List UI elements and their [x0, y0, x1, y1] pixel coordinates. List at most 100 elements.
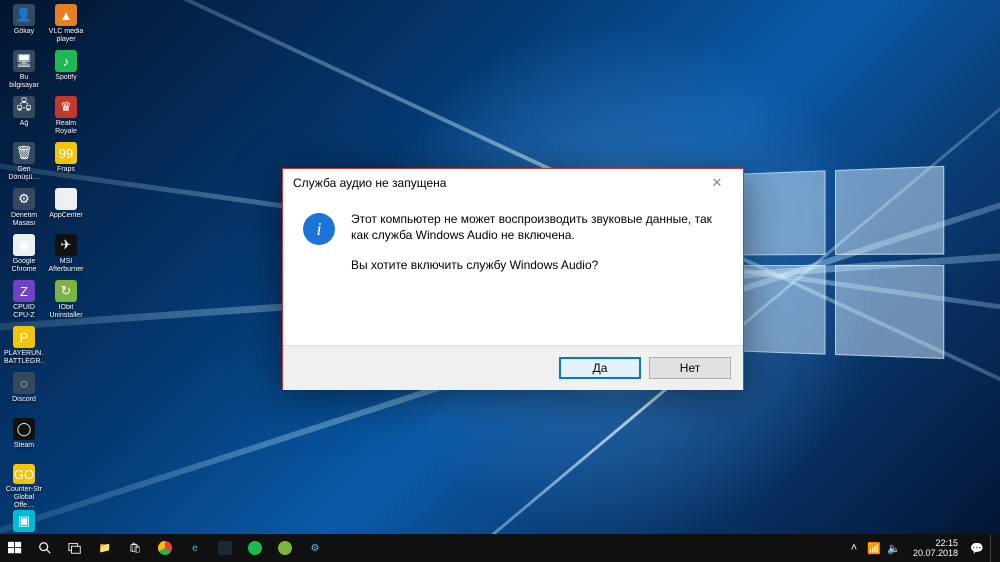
yes-button[interactable]: Да: [559, 357, 641, 379]
realm-royale-icon: ♛: [55, 96, 77, 118]
appcenter-icon: □: [55, 188, 77, 210]
folder-icon: 📁: [99, 543, 111, 554]
spotify-icon: [248, 541, 262, 555]
taskbar-explorer[interactable]: 📁: [90, 534, 120, 562]
tray-volume-icon[interactable]: 🔈: [887, 541, 901, 555]
desktop-icon-control-panel[interactable]: ⚙ Denetim Masası: [4, 188, 44, 232]
taskbar-settings[interactable]: ⚙: [300, 534, 330, 562]
desktop-icon-label: Counter-Str Global Offe…: [4, 486, 44, 508]
dialog-message-2: Вы хотите включить службу Windows Audio?: [351, 257, 723, 273]
windows-icon: [8, 541, 22, 555]
dialog-footer: Да Нет: [283, 345, 743, 390]
store-icon: 🛍: [129, 543, 142, 554]
desktop-icon-label: Steam: [4, 442, 44, 450]
taskbar-store[interactable]: 🛍: [120, 534, 150, 562]
this-pc-icon: 🖥: [13, 50, 35, 72]
desktop-icon-label: Fraps: [46, 166, 86, 174]
desktop-icon-label: MSI Afterburner: [46, 258, 86, 274]
desktop-icon-user-folder[interactable]: 👤Gökay: [4, 4, 44, 48]
taskbar: 📁 🛍 e ⚙ ˄ 📶 🔈 22:15 20.07.2018 💬: [0, 534, 1000, 562]
edge-icon: e: [192, 543, 198, 554]
desktop-icon-label: Bu bilgisayar: [4, 74, 44, 90]
desktop-icon-label: Google Chrome: [4, 258, 44, 274]
taskbar-iobit[interactable]: [270, 534, 300, 562]
desktop-icon-recycle-bin[interactable]: 🗑 Geri Dönüşü…: [4, 142, 44, 186]
taskbar-spotify[interactable]: [240, 534, 270, 562]
taskview-button[interactable]: [60, 534, 90, 562]
tray-network-icon[interactable]: 📶: [867, 541, 881, 555]
iobit-icon: [278, 541, 292, 555]
show-desktop-button[interactable]: [990, 534, 994, 562]
msi-afterburner-icon: ✈: [55, 234, 77, 256]
tray-chevron-up-icon[interactable]: ˄: [847, 541, 861, 555]
desktop-icon-network[interactable]: 🖧 Ağ: [4, 96, 44, 140]
desktop-icon-fraps[interactable]: 99 Fraps: [46, 142, 86, 186]
clock-date: 20.07.2018: [913, 548, 958, 558]
desktop-icon-label: IObit Uninstaller: [46, 304, 86, 320]
desktop-icon-label: AppCenter: [46, 212, 86, 220]
dialog-title: Служба аудио не запущена: [293, 176, 697, 190]
dialog-text: Этот компьютер не может воспроизводить з…: [351, 211, 723, 345]
desktop-icon-label: Ağ: [4, 120, 44, 128]
control-panel-icon: ⚙: [13, 188, 35, 210]
taskbar-chrome[interactable]: [150, 534, 180, 562]
desktop-icon-csgo[interactable]: GOCounter-Str Global Offe…: [4, 464, 44, 508]
desktop-icon-msi-afterburner[interactable]: ✈ MSI Afterburner: [46, 234, 86, 278]
close-button[interactable]: ✕: [697, 171, 737, 195]
dialog-titlebar[interactable]: Служба аудио не запущена ✕: [283, 169, 743, 197]
windows-logo-art: [730, 166, 949, 365]
desktop-icon-pubg[interactable]: P PLAYERUN… BATTLEGR…: [4, 326, 44, 370]
desktop-icon-label: Spotify: [46, 74, 86, 82]
vlc-icon: ▲: [55, 4, 77, 26]
system-tray[interactable]: ˄ 📶 🔈 22:15 20.07.2018 💬: [847, 534, 1000, 562]
desktop-icon-discord[interactable]: ◌ Discord: [4, 372, 44, 416]
start-button[interactable]: [0, 534, 30, 562]
taskbar-edge[interactable]: e: [180, 534, 210, 562]
pubg-icon: P: [13, 326, 35, 348]
taskbar-steam[interactable]: [210, 534, 240, 562]
discord-icon: ◌: [13, 372, 35, 394]
search-icon: [38, 541, 52, 555]
desktop-icons-continued: P PLAYERUN… BATTLEGR… ◌ Discord ◯SteamGOCoun…: [4, 326, 44, 554]
desktop-icon-label: Realm Royale: [46, 120, 86, 136]
settings-icon: ⚙: [311, 543, 320, 554]
cpuz-icon: Z: [13, 280, 35, 302]
desktop-icon-label: Geri Dönüşü…: [4, 166, 44, 182]
network-icon: 🖧: [13, 96, 35, 118]
desktop-icon-realm-royale[interactable]: ♛ Realm Royale: [46, 96, 86, 140]
desktop-icon-label: Denetim Masası: [4, 212, 44, 228]
dialog-message-1: Этот компьютер не может воспроизводить з…: [351, 211, 723, 243]
spotify-icon: ♪: [55, 50, 77, 72]
chrome-icon: ◉: [13, 234, 35, 256]
search-button[interactable]: [30, 534, 60, 562]
no-button[interactable]: Нет: [649, 357, 731, 379]
clock-time: 22:15: [913, 538, 958, 548]
csgo-icon: GO: [13, 464, 35, 484]
desktop-icon-label: PLAYERUN… BATTLEGR…: [4, 350, 44, 366]
taskview-icon: [68, 541, 82, 555]
desktop-icon-spotify[interactable]: ♪ Spotify: [46, 50, 86, 94]
desktop-icon-steam[interactable]: ◯Steam: [4, 418, 44, 462]
desktop-icon-cpuz[interactable]: Z CPUID CPU-Z: [4, 280, 44, 324]
audio-service-dialog: Служба аудио не запущена ✕ i Этот компью…: [282, 168, 744, 390]
core-temp-icon: ▣: [13, 510, 35, 532]
chrome-icon: [158, 541, 172, 555]
desktop-icons: 👤Gökay ▲ VLC media player 🖥 Bu bilgisayar ♪ Sp…: [4, 4, 86, 324]
dialog-body: i Этот компьютер не может воспроизводить…: [283, 197, 743, 345]
taskbar-clock[interactable]: 22:15 20.07.2018: [907, 538, 964, 558]
desktop-icon-chrome[interactable]: ◉ Google Chrome: [4, 234, 44, 278]
fraps-icon: 99: [55, 142, 77, 164]
desktop-icon-label: Discord: [4, 396, 44, 404]
action-center-icon[interactable]: 💬: [970, 541, 984, 555]
desktop-icon-vlc[interactable]: ▲ VLC media player: [46, 4, 86, 48]
desktop-icon-label: VLC media player: [46, 28, 86, 44]
desktop-icon-this-pc[interactable]: 🖥 Bu bilgisayar: [4, 50, 44, 94]
desktop[interactable]: 👤Gökay ▲ VLC media player 🖥 Bu bilgisayar ♪ Sp…: [0, 0, 1000, 562]
close-icon: ✕: [712, 175, 723, 191]
desktop-icon-label: CPUID CPU-Z: [4, 304, 44, 320]
iobit-uninstaller-icon: ↻: [55, 280, 77, 302]
user-folder-icon: 👤: [13, 4, 35, 26]
desktop-icon-appcenter[interactable]: □ AppCenter: [46, 188, 86, 232]
desktop-icon-iobit-uninstaller[interactable]: ↻ IObit Uninstaller: [46, 280, 86, 324]
recycle-bin-icon: 🗑: [13, 142, 35, 164]
